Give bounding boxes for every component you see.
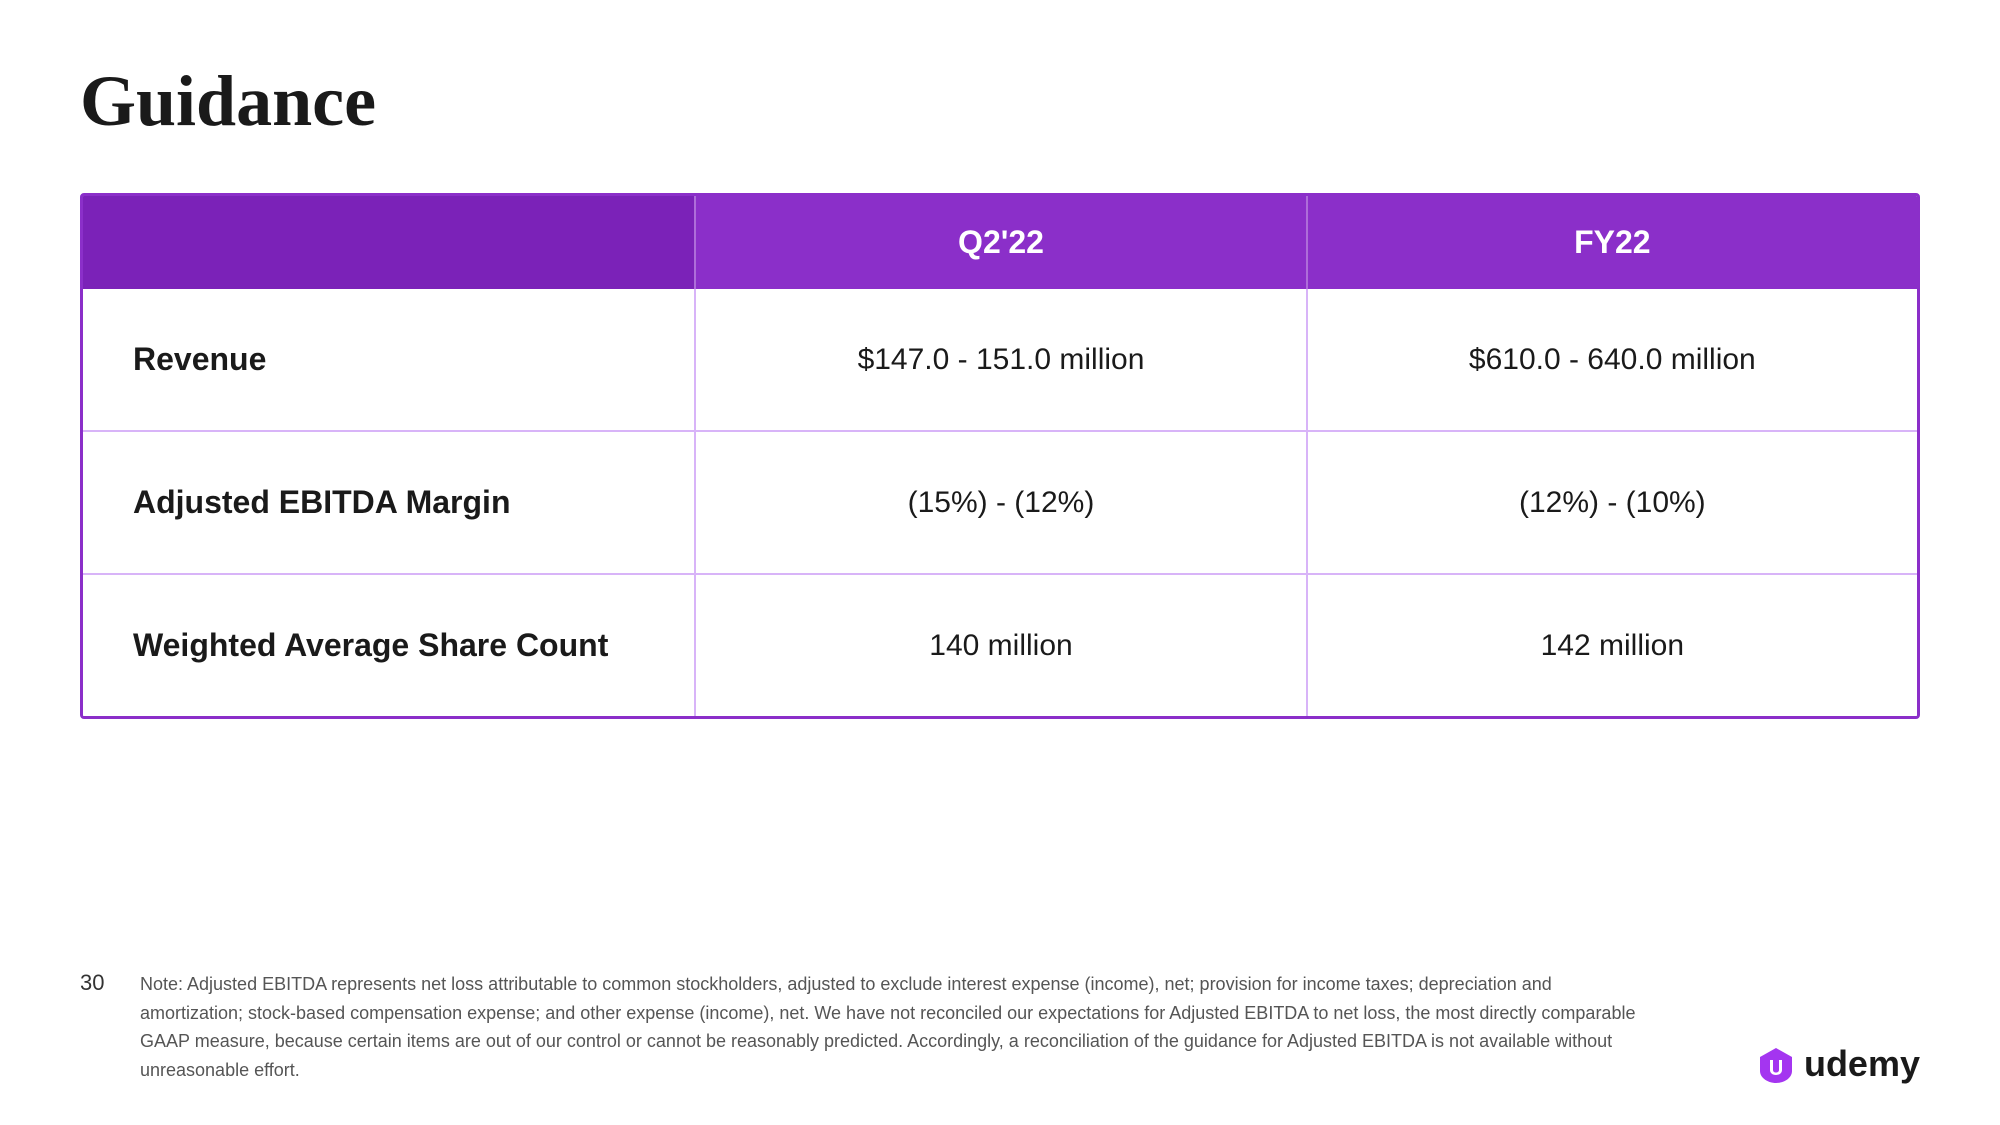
guidance-table: Q2'22 FY22 Revenue $147.0 - 151.0 millio… bbox=[80, 193, 1920, 719]
table-row: Revenue $147.0 - 151.0 million $610.0 - … bbox=[83, 289, 1917, 432]
row1-q2: $147.0 - 151.0 million bbox=[694, 289, 1305, 430]
row1-metric: Revenue bbox=[83, 289, 694, 430]
footer-left: 30 Note: Adjusted EBITDA represents net … bbox=[80, 970, 1640, 1085]
table-body: Revenue $147.0 - 151.0 million $610.0 - … bbox=[83, 289, 1917, 716]
row2-fy: (12%) - (10%) bbox=[1306, 432, 1917, 573]
header-col1 bbox=[83, 196, 694, 289]
row2-q2: (15%) - (12%) bbox=[694, 432, 1305, 573]
udemy-logo-icon bbox=[1756, 1044, 1796, 1084]
header-col3: FY22 bbox=[1306, 196, 1917, 289]
page-title: Guidance bbox=[80, 60, 1920, 143]
row2-metric: Adjusted EBITDA Margin bbox=[83, 432, 694, 573]
udemy-logo-text: udemy bbox=[1804, 1043, 1920, 1085]
udemy-logo: udemy bbox=[1756, 1043, 1920, 1085]
header-col2: Q2'22 bbox=[694, 196, 1305, 289]
row3-fy: 142 million bbox=[1306, 575, 1917, 716]
row3-metric: Weighted Average Share Count bbox=[83, 575, 694, 716]
row3-q2: 140 million bbox=[694, 575, 1305, 716]
row1-fy: $610.0 - 640.0 million bbox=[1306, 289, 1917, 430]
footer-note: Note: Adjusted EBITDA represents net los… bbox=[140, 970, 1640, 1085]
page-number: 30 bbox=[80, 970, 110, 996]
footer: 30 Note: Adjusted EBITDA represents net … bbox=[80, 970, 1920, 1085]
table-row: Weighted Average Share Count 140 million… bbox=[83, 575, 1917, 716]
page-container: Guidance Q2'22 FY22 Revenue $147.0 - 151… bbox=[0, 0, 2000, 1125]
table-row: Adjusted EBITDA Margin (15%) - (12%) (12… bbox=[83, 432, 1917, 575]
table-header: Q2'22 FY22 bbox=[83, 196, 1917, 289]
